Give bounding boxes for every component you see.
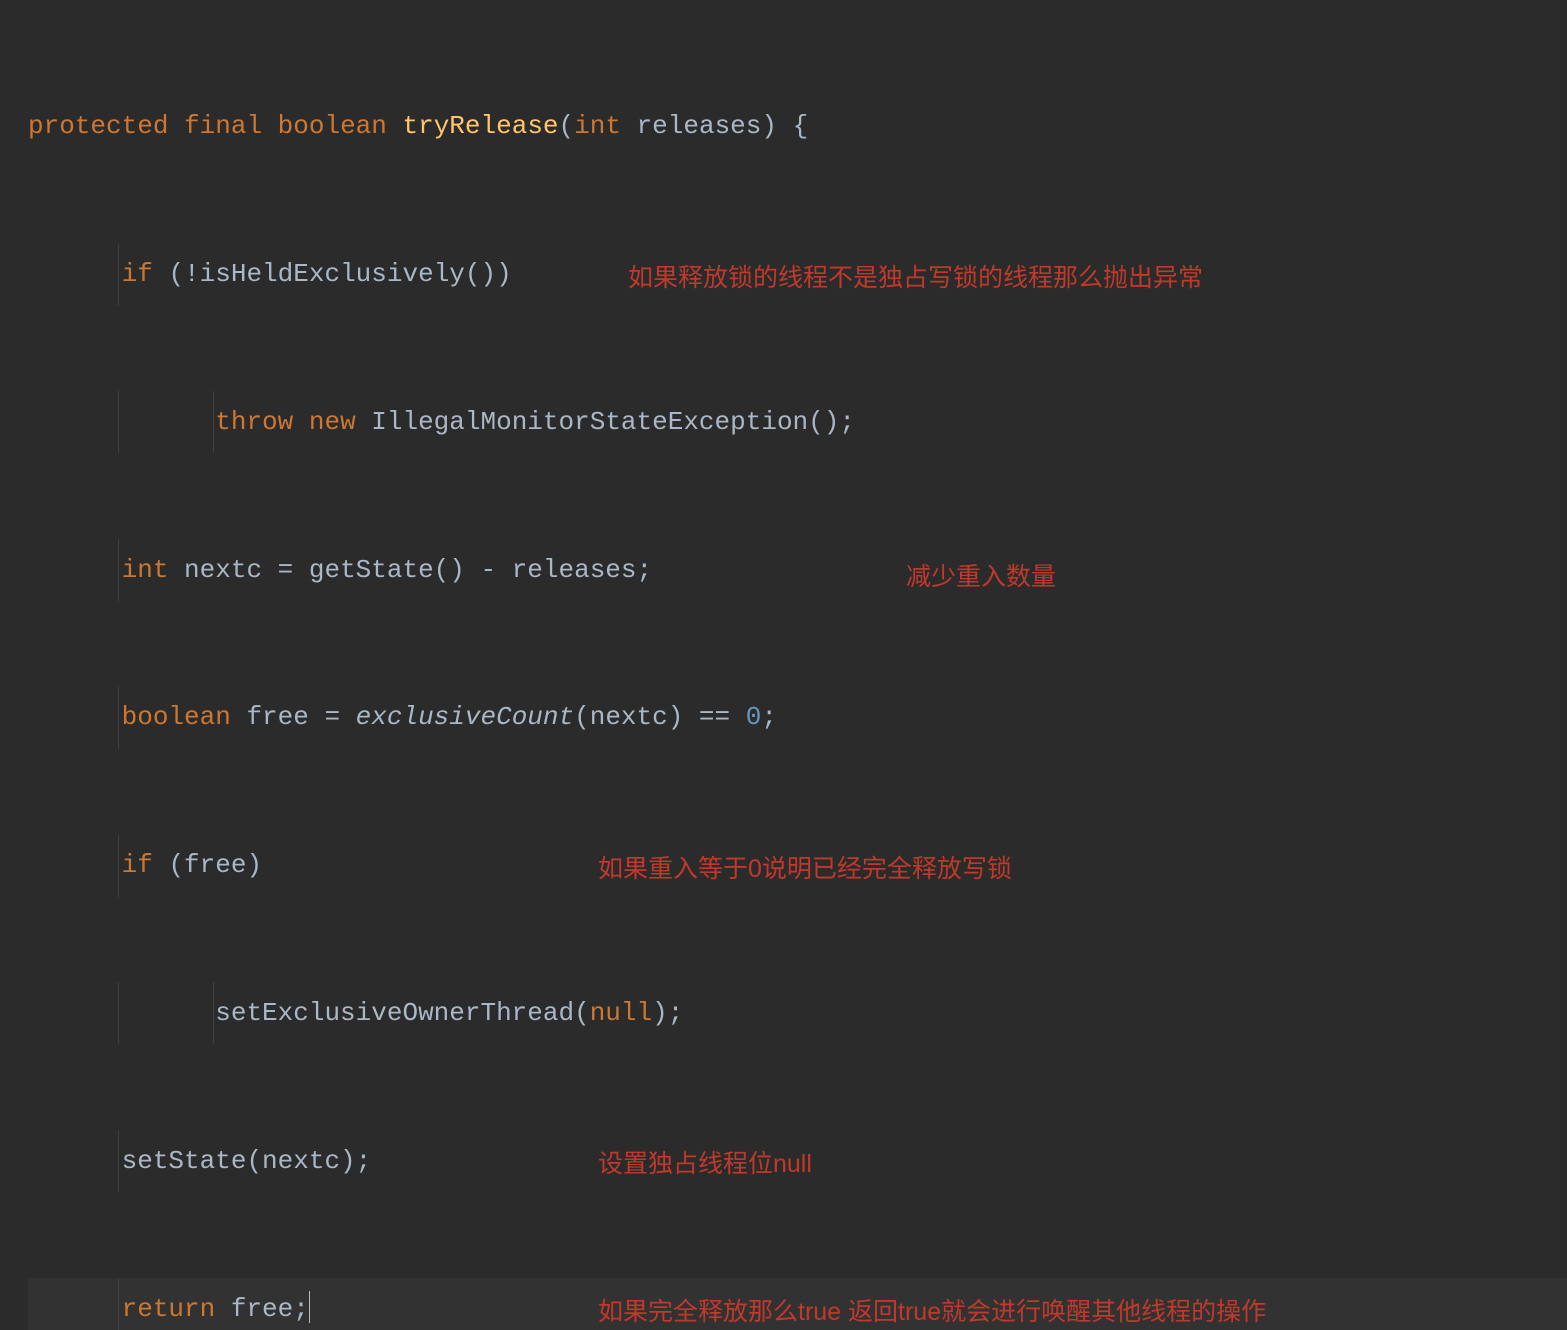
- keyword-boolean: boolean: [278, 105, 387, 148]
- return-value: free;: [215, 1288, 309, 1330]
- assignment: nextc = getState() - releases;: [168, 549, 652, 592]
- semicolon: ;: [761, 696, 777, 739]
- close-call: );: [652, 992, 683, 1035]
- code-line-6[interactable]: if (free) 如果重入等于0说明已经完全释放写锁: [28, 835, 1567, 897]
- expr-mid: (nextc) ==: [574, 696, 746, 739]
- code-editor[interactable]: protected final boolean tryRelease(int r…: [28, 10, 1567, 1330]
- number-zero: 0: [746, 696, 762, 739]
- method-call: setExclusiveOwnerThread(: [215, 992, 589, 1035]
- keyword-throw: throw: [215, 401, 293, 444]
- var-free: free =: [231, 696, 356, 739]
- keyword-return: return: [122, 1288, 216, 1330]
- code-line-7[interactable]: setExclusiveOwnerThread(null);: [28, 982, 1567, 1044]
- keyword-final: final: [184, 105, 262, 148]
- param-name: releases: [637, 105, 762, 148]
- method-name: tryRelease: [403, 105, 559, 148]
- paren-open: (: [559, 105, 575, 148]
- code-line-8[interactable]: setState(nextc); 设置独占线程位null: [28, 1130, 1567, 1192]
- paren-close: ): [761, 105, 777, 148]
- condition: (!isHeldExclusively()): [153, 253, 512, 296]
- annotation-1: 如果释放锁的线程不是独占写锁的线程那么抛出异常: [628, 258, 1203, 299]
- type-int: int: [122, 549, 169, 592]
- type-boolean: boolean: [122, 696, 231, 739]
- param-type: int: [574, 105, 621, 148]
- code-line-2[interactable]: if (!isHeldExclusively()) 如果释放锁的线程不是独占写锁的…: [28, 244, 1567, 306]
- brace-open: {: [777, 105, 808, 148]
- setstate-call: setState(nextc);: [122, 1140, 372, 1183]
- exception-expr: IllegalMonitorStateException();: [356, 401, 855, 444]
- code-line-5[interactable]: boolean free = exclusiveCount(nextc) == …: [28, 687, 1567, 749]
- code-line-4[interactable]: int nextc = getState() - releases; 减少重入数量: [28, 539, 1567, 601]
- keyword-null: null: [590, 992, 652, 1035]
- keyword-if: if: [122, 253, 153, 296]
- method-call-italic: exclusiveCount: [356, 696, 574, 739]
- code-line-1[interactable]: protected final boolean tryRelease(int r…: [28, 96, 1567, 158]
- condition-free: (free): [153, 844, 262, 887]
- keyword-protected: protected: [28, 105, 168, 148]
- keyword-new: new: [309, 401, 356, 444]
- annotation-2: 减少重入数量: [906, 557, 1056, 598]
- annotation-4: 设置独占线程位null: [598, 1144, 812, 1185]
- text-cursor: [309, 1291, 310, 1323]
- code-line-9[interactable]: return free; 如果完全释放那么true 返回true就会进行唤醒其他线…: [28, 1278, 1567, 1330]
- annotation-3: 如果重入等于0说明已经完全释放写锁: [598, 849, 1012, 890]
- code-line-3[interactable]: throw new IllegalMonitorStateException()…: [28, 391, 1567, 453]
- keyword-if-2: if: [122, 844, 153, 887]
- annotation-5: 如果完全释放那么true 返回true就会进行唤醒其他线程的操作: [598, 1292, 1266, 1330]
